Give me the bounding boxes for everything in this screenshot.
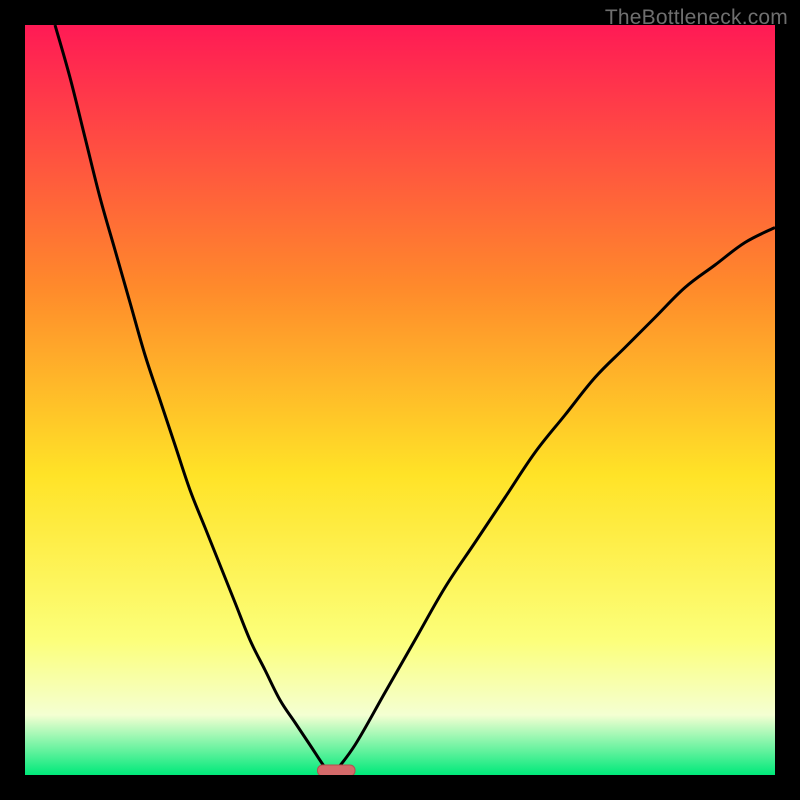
watermark-text: TheBottleneck.com	[605, 6, 788, 30]
bottleneck-chart	[25, 25, 775, 775]
gradient-background	[25, 25, 775, 775]
optimum-marker	[318, 765, 356, 775]
plot-area	[25, 25, 775, 775]
outer-frame: TheBottleneck.com	[0, 0, 800, 800]
